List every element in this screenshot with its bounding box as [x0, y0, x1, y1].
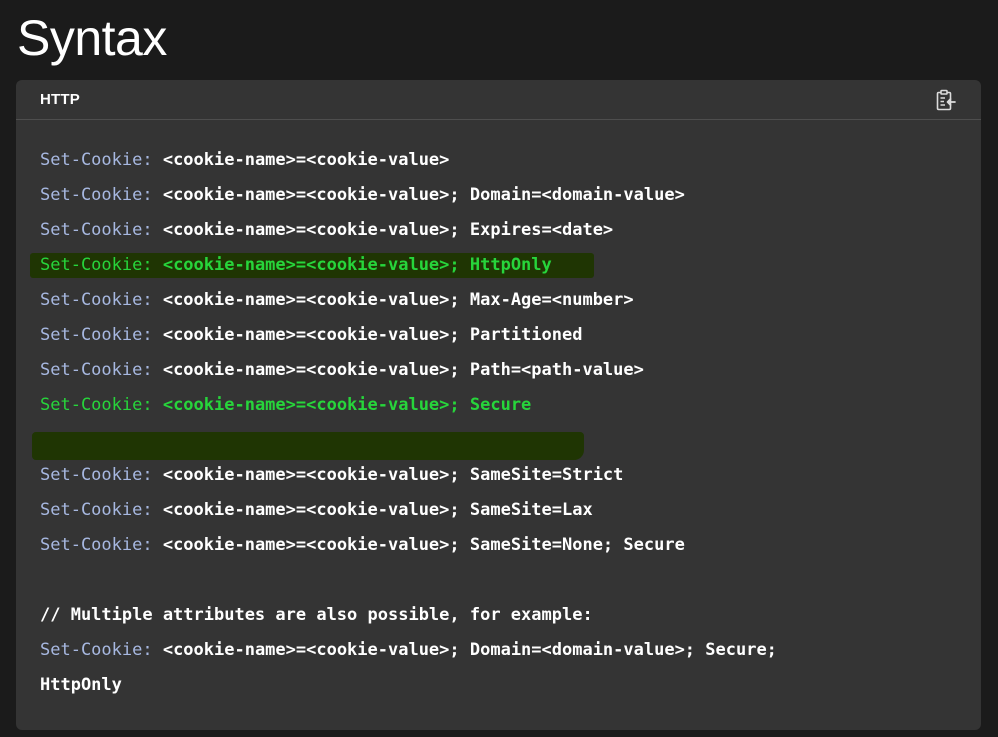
header-value: <cookie-name>=<cookie-value>; SameSite=L…: [152, 500, 593, 520]
header-value: <cookie-name>=<cookie-value>: [152, 150, 450, 170]
code-line: Set-Cookie: <cookie-name>=<cookie-value>…: [40, 458, 623, 493]
header-value: <cookie-name>=<cookie-value>; SameSite=S…: [152, 465, 624, 485]
header-value: <cookie-name>=<cookie-value>; Max-Age=<n…: [152, 290, 634, 310]
header-name: Set-Cookie:: [40, 395, 153, 415]
code-line: Set-Cookie: <cookie-name>=<cookie-value>…: [40, 283, 634, 318]
header-value: <cookie-name>=<cookie-value>; SameSite=N…: [152, 535, 685, 555]
code-line: Set-Cookie: <cookie-name>=<cookie-value>…: [40, 353, 644, 388]
page-title: Syntax: [17, 10, 167, 66]
code-line: Set-Cookie: <cookie-name>=<cookie-value>…: [40, 213, 613, 248]
clipboard-copy-icon: [936, 89, 956, 111]
code-block: HTTP Set-Cookie: <cookie-name>=<cookie-v…: [16, 80, 981, 730]
header-name: Set-Cookie:: [40, 500, 153, 520]
copy-button[interactable]: [931, 86, 961, 114]
header-name: Set-Cookie:: [40, 465, 153, 485]
header-name: Set-Cookie:: [40, 325, 153, 345]
header-value: <cookie-name>=<cookie-value>; HttpOnly: [152, 255, 552, 275]
header-name: Set-Cookie:: [40, 220, 153, 240]
header-name: Set-Cookie:: [40, 185, 153, 205]
header-name: Set-Cookie:: [40, 535, 153, 555]
header-name: Set-Cookie:: [40, 360, 153, 380]
header-name: Set-Cookie:: [40, 150, 153, 170]
header-value: <cookie-name>=<cookie-value>; Partitione…: [152, 325, 583, 345]
header-name: Set-Cookie:: [40, 640, 153, 660]
code-line: Set-Cookie: <cookie-name>=<cookie-value>…: [40, 178, 685, 213]
header-value: HttpOnly: [40, 675, 122, 695]
code-language-label: HTTP: [40, 91, 80, 108]
header-value: <cookie-name>=<cookie-value>; Domain=<do…: [152, 185, 685, 205]
code-line: Set-Cookie: <cookie-name>=<cookie-value>…: [40, 318, 582, 353]
code-line: Set-Cookie: <cookie-name>=<cookie-value>…: [40, 248, 552, 283]
code-line: Set-Cookie: <cookie-name>=<cookie-value>…: [40, 633, 777, 668]
code-line: Set-Cookie: <cookie-name>=<cookie-value>…: [40, 528, 685, 563]
header-value: <cookie-name>=<cookie-value>; Domain=<do…: [152, 640, 777, 660]
header-value: <cookie-name>=<cookie-value>; Expires=<d…: [152, 220, 614, 240]
code-comment: // Multiple attributes are also possible…: [40, 605, 593, 625]
code-line: Set-Cookie: <cookie-name>=<cookie-value>: [40, 143, 449, 178]
header-name: Set-Cookie:: [40, 290, 153, 310]
header-name: Set-Cookie:: [40, 255, 153, 275]
code-content: Set-Cookie: <cookie-name>=<cookie-value>…: [16, 120, 981, 730]
header-value: <cookie-name>=<cookie-value>; Path=<path…: [152, 360, 644, 380]
header-value: <cookie-name>=<cookie-value>; Secure: [152, 395, 532, 415]
code-line: Set-Cookie: <cookie-name>=<cookie-value>…: [40, 388, 531, 423]
code-block-header: HTTP: [16, 80, 981, 120]
highlight-marker: [32, 432, 584, 460]
code-line: Set-Cookie: <cookie-name>=<cookie-value>…: [40, 493, 593, 528]
code-line: HttpOnly: [40, 668, 122, 703]
code-comment-line: // Multiple attributes are also possible…: [40, 598, 593, 633]
